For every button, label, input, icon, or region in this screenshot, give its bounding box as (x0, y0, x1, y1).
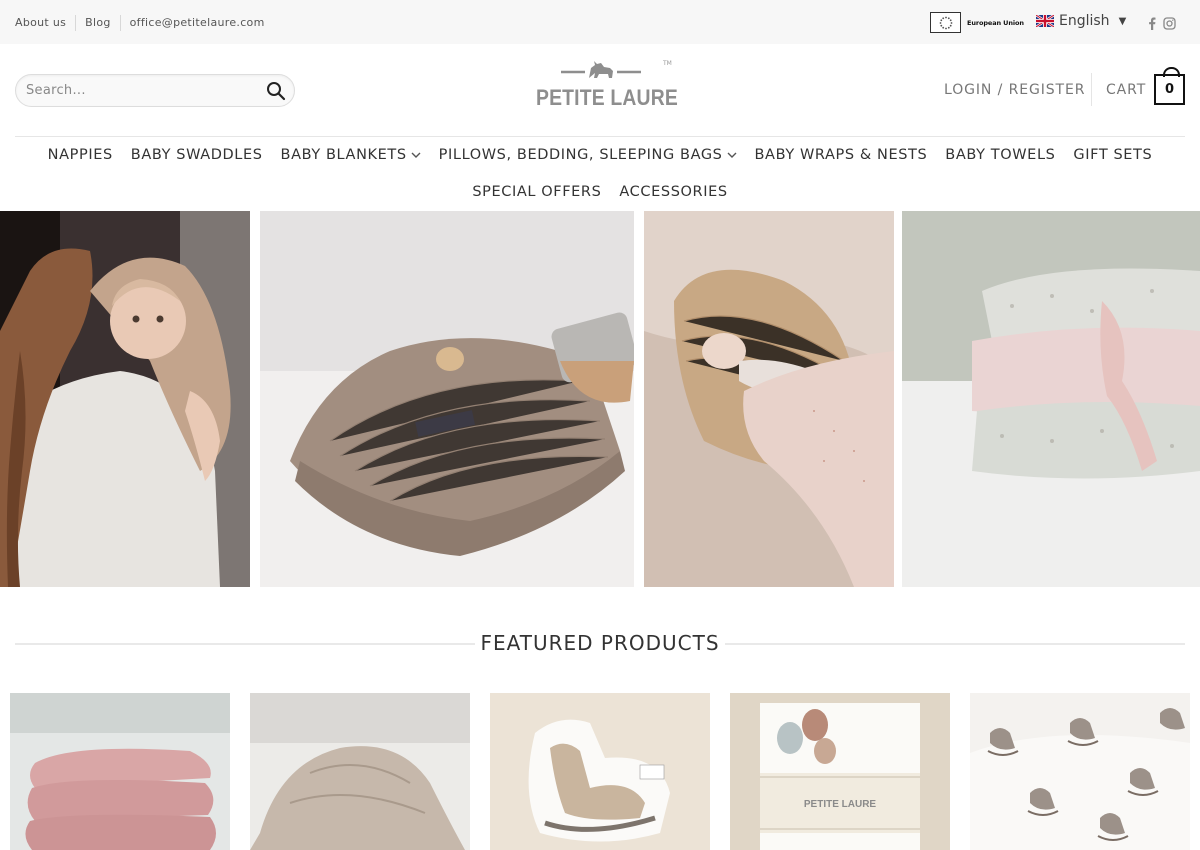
nav-item-special-offers[interactable]: SPECIAL OFFERS (463, 184, 610, 200)
nav-item-baby-swaddles[interactable]: BABY SWADDLES (122, 147, 272, 163)
chevron-down-icon (411, 152, 421, 158)
nav-item-baby-blankets[interactable]: BABY BLANKETS (272, 147, 430, 163)
product-image-beige-knit-blanket[interactable] (250, 693, 470, 850)
trademark-label: TM (663, 60, 672, 67)
nav-label: SPECIAL OFFERS (472, 184, 602, 200)
product-image-pink-knit-blanket[interactable] (10, 693, 230, 850)
nav-label: NAPPIES (47, 147, 113, 163)
nav-label: BABY BLANKETS (280, 147, 407, 163)
nav-label: BABY SWADDLES (130, 147, 263, 163)
nav-item-pillows-bedding[interactable]: PILLOWS, BEDDING, SLEEPING BAGS (430, 147, 746, 163)
nav-label: PILLOWS, BEDDING, SLEEPING BAGS (438, 147, 723, 163)
hero-image-bedding-stack[interactable] (902, 211, 1200, 587)
chevron-down-icon (727, 152, 736, 158)
nav-label: BABY TOWELS (945, 147, 1056, 163)
language-label: English (1059, 13, 1110, 29)
top-bar: About us Blog office@petitelaure.com Eur… (0, 0, 1200, 44)
blog-link[interactable]: Blog (75, 15, 120, 31)
instagram-icon[interactable] (1163, 17, 1176, 30)
uk-flag-icon (1036, 15, 1054, 27)
hero-image-muslin-swaddle[interactable] (260, 211, 634, 587)
about-us-link[interactable]: About us (15, 15, 75, 31)
header-divider (1091, 73, 1092, 106)
login-register-link[interactable]: LOGIN / REGISTER (944, 82, 1085, 98)
eu-badge: European Union (930, 12, 1024, 33)
top-links: About us Blog office@petitelaure.com (15, 15, 274, 31)
site-logo[interactable]: TM PETITE LAURE (533, 58, 678, 118)
search-input[interactable] (26, 83, 246, 98)
nav-item-baby-towels[interactable]: BABY TOWELS (936, 147, 1064, 163)
facebook-icon[interactable] (1148, 17, 1156, 30)
nav-divider (15, 136, 1185, 137)
cart-link[interactable]: CART (1106, 82, 1146, 98)
nav-item-accessories[interactable]: ACCESSORIES (610, 184, 736, 200)
hero-image-moses-basket[interactable] (644, 211, 894, 587)
eu-flag-icon (930, 12, 961, 33)
language-selector[interactable]: English ▼ (1036, 13, 1126, 29)
product-image-horse-print-bedding[interactable] (970, 693, 1190, 850)
eu-label: European Union (967, 18, 1024, 27)
main-nav-row-2: SPECIAL OFFERS ACCESSORIES (0, 184, 1200, 200)
featured-products-title: FEATURED PRODUCTS (480, 631, 720, 655)
nav-label: BABY WRAPS & NESTS (754, 147, 928, 163)
nav-label: ACCESSORIES (619, 184, 728, 200)
cart-count-badge[interactable]: 0 (1154, 67, 1185, 105)
social-links (1148, 17, 1176, 30)
nav-label: GIFT SETS (1073, 147, 1153, 163)
svg-text:PETITE LAURE: PETITE LAURE (804, 799, 877, 810)
search-icon[interactable] (266, 81, 286, 101)
email-link[interactable]: office@petitelaure.com (119, 15, 274, 31)
main-nav-row-1: NAPPIES BABY SWADDLES BABY BLANKETS PILL… (0, 147, 1200, 163)
caret-down-icon: ▼ (1118, 15, 1127, 27)
logo-text: PETITE LAURE (536, 85, 678, 110)
product-image-gift-set-balloons[interactable]: PETITE LAURE (730, 693, 950, 850)
nav-item-baby-wraps[interactable]: BABY WRAPS & NESTS (746, 147, 937, 163)
product-image-rocking-horse-cushion[interactable] (490, 693, 710, 850)
hero-image-mother-baby[interactable] (0, 211, 250, 587)
dog-logo-icon (561, 61, 641, 78)
nav-item-gift-sets[interactable]: GIFT SETS (1064, 147, 1161, 163)
nav-item-nappies[interactable]: NAPPIES (39, 147, 122, 163)
search-box (15, 74, 295, 107)
